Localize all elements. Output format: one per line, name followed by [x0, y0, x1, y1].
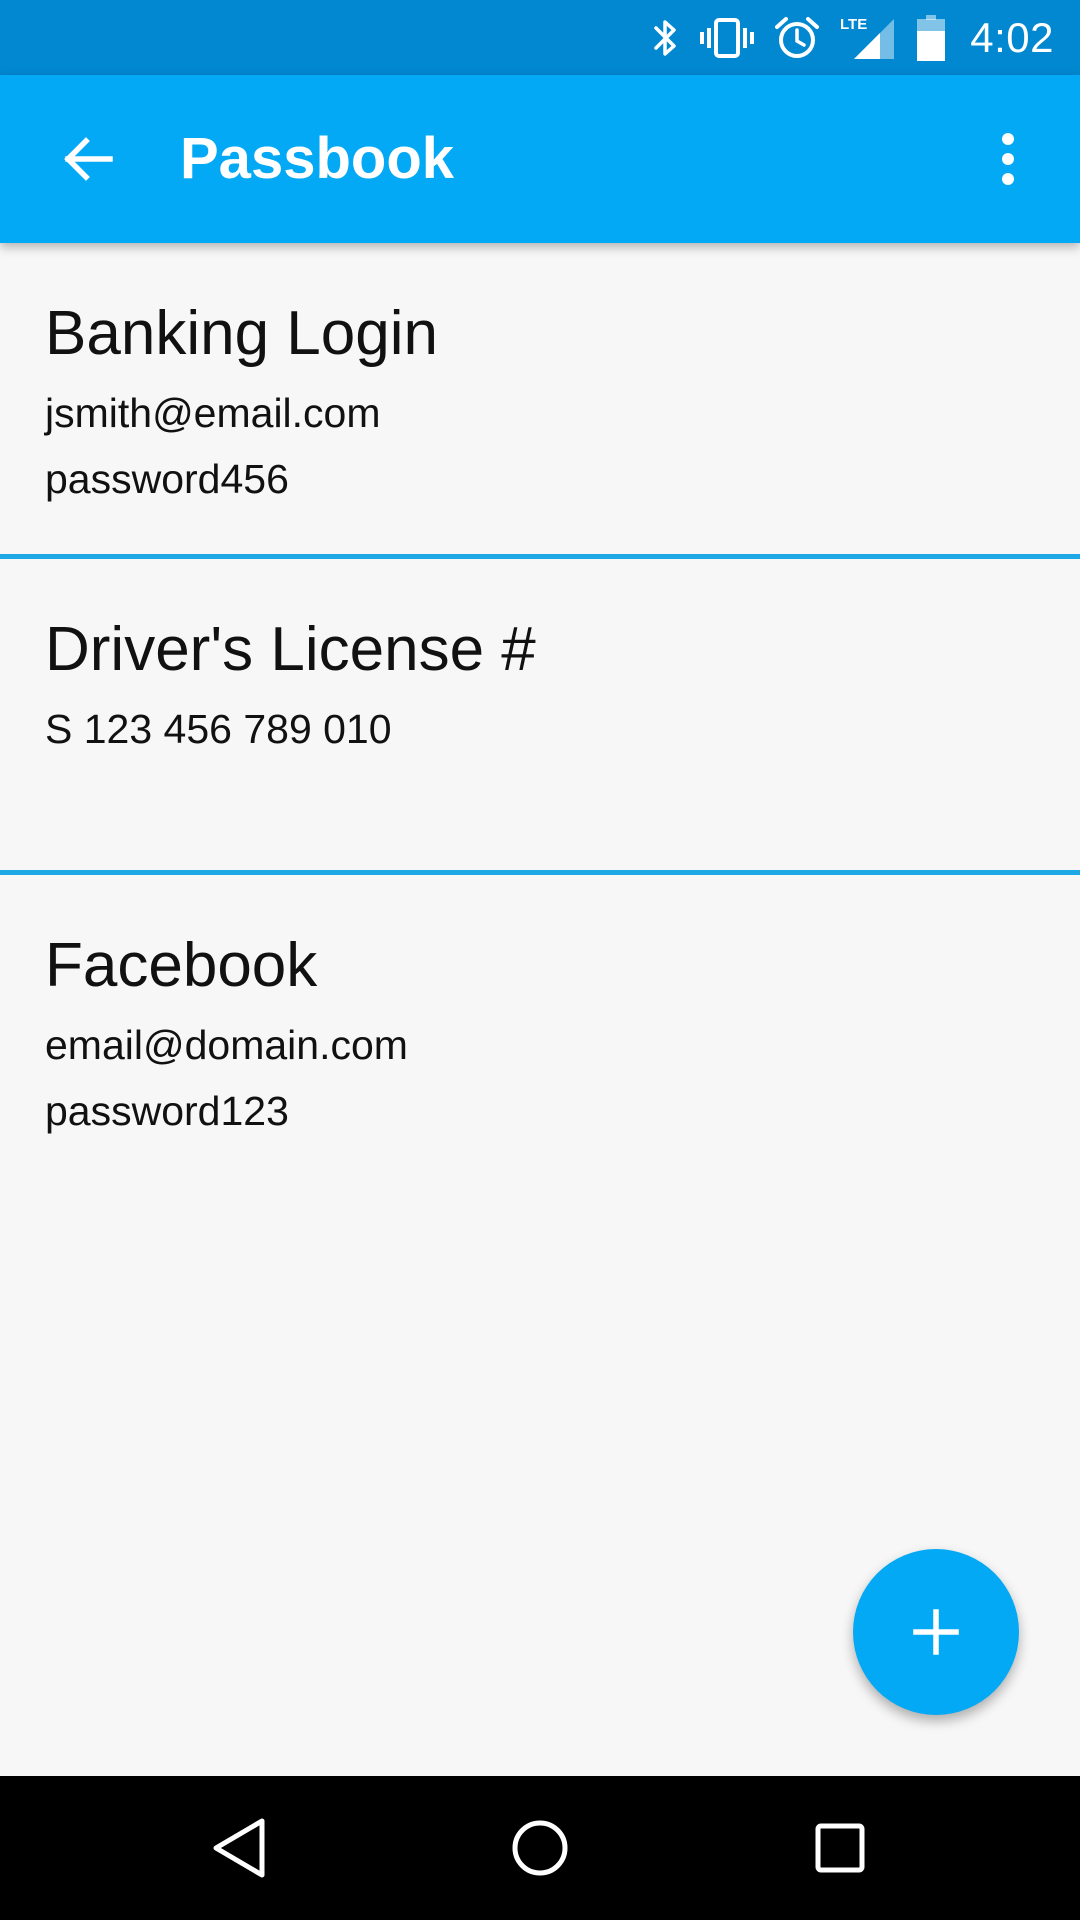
- bluetooth-icon: [650, 0, 680, 75]
- nav-back-icon: [213, 1818, 265, 1878]
- page-title: Passbook: [180, 126, 454, 191]
- list-item[interactable]: Driver's License # S 123 456 789 010: [0, 559, 1080, 875]
- app-bar: Passbook: [0, 75, 1080, 243]
- list-item[interactable]: Banking Login jsmith@email.com password4…: [0, 243, 1080, 559]
- nav-home-icon: [512, 1820, 568, 1876]
- add-entry-button[interactable]: [853, 1549, 1019, 1715]
- status-icons: LTE 4:02: [630, 0, 1080, 75]
- list-item[interactable]: Facebook email@domain.com password123: [0, 875, 1080, 1191]
- entry-list: Banking Login jsmith@email.com password4…: [0, 243, 1080, 1191]
- entry-password: password456: [45, 456, 289, 502]
- battery-icon: [916, 0, 946, 75]
- entry-title: Facebook: [45, 931, 318, 1000]
- back-button[interactable]: [40, 111, 136, 207]
- add-icon: [913, 1609, 959, 1655]
- nav-recents-button[interactable]: [790, 1798, 890, 1898]
- alarm-icon: [774, 0, 820, 75]
- entry-number: S 123 456 789 010: [45, 706, 392, 752]
- entry-username: jsmith@email.com: [45, 390, 381, 436]
- lte-signal-icon: LTE: [840, 0, 896, 75]
- entry-title: Driver's License #: [45, 615, 536, 684]
- vibrate-icon: [700, 0, 755, 75]
- entry-password: password123: [45, 1088, 289, 1134]
- more-vert-icon: [1002, 133, 1014, 185]
- nav-home-button[interactable]: [490, 1798, 590, 1898]
- overflow-menu-button[interactable]: [960, 111, 1056, 207]
- arrow-back-icon: [64, 137, 113, 181]
- svg-text:LTE: LTE: [840, 16, 867, 33]
- nav-recents-icon: [815, 1823, 865, 1873]
- status-bar: LTE 4:02: [0, 0, 1080, 75]
- nav-back-button[interactable]: [190, 1798, 290, 1898]
- system-nav-bar: [0, 1776, 1080, 1920]
- entry-title: Banking Login: [45, 299, 438, 368]
- status-time: 4:02: [970, 13, 1054, 61]
- entry-username: email@domain.com: [45, 1022, 408, 1068]
